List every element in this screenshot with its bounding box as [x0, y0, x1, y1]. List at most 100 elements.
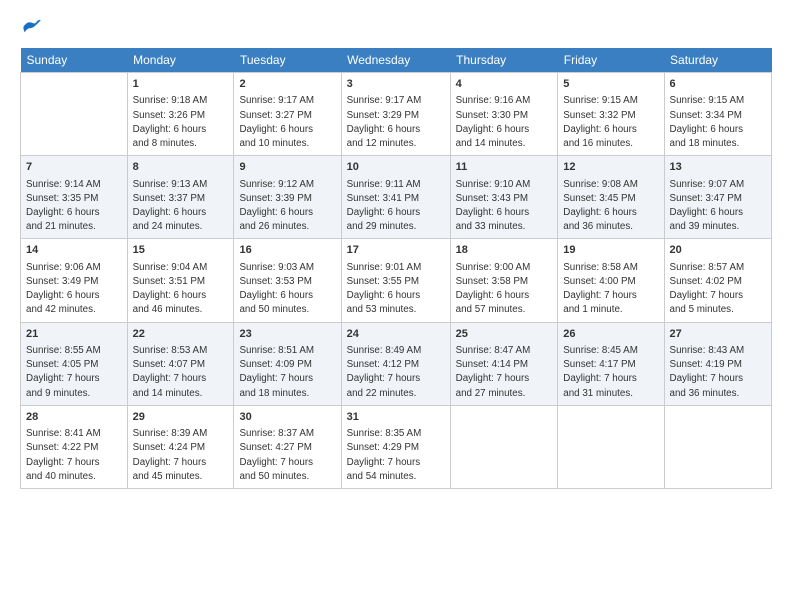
day-info: Sunrise: 9:03 AMSunset: 3:53 PMDaylight:…	[239, 261, 335, 318]
calendar-cell: 30 Sunrise: 8:37 AMSunset: 4:27 PMDayligh…	[234, 405, 341, 488]
page: SundayMondayTuesdayWednesdayThursdayFrid…	[0, 0, 792, 612]
day-info: Sunrise: 9:14 AMSunset: 3:35 PMDaylight:…	[26, 178, 122, 235]
day-number: 14	[26, 243, 122, 258]
day-number: 5	[563, 77, 658, 92]
calendar-week-4: 21Sunrise: 8:55 AMSunset: 4:05 PMDayligh…	[21, 322, 772, 405]
day-number: 23	[239, 327, 335, 342]
calendar-cell: 24 Sunrise: 8:49 AMSunset: 4:12 PMDayligh…	[341, 322, 450, 405]
calendar-week-5: 28Sunrise: 8:41 AMSunset: 4:22 PMDayligh…	[21, 405, 772, 488]
calendar-cell: 6 Sunrise: 9:15 AMSunset: 3:34 PMDaylight…	[664, 73, 771, 156]
calendar-cell: 27 Sunrise: 8:43 AMSunset: 4:19 PMDayligh…	[664, 322, 771, 405]
calendar-week-1: 1Sunrise: 9:18 AMSunset: 3:26 PMDaylight…	[21, 73, 772, 156]
calendar-cell: 12Sunrise: 9:08 AMSunset: 3:45 PMDayligh…	[558, 156, 664, 239]
day-info: Sunrise: 9:00 AMSunset: 3:58 PMDaylight:…	[456, 261, 553, 318]
day-info: Sunrise: 9:17 AMSunset: 3:29 PMDaylight:…	[347, 94, 445, 151]
logo	[20, 16, 42, 38]
header-day-tuesday: Tuesday	[234, 48, 341, 73]
day-info: Sunrise: 8:57 AMSunset: 4:02 PMDaylight:…	[670, 261, 766, 318]
calendar-cell: 28Sunrise: 8:41 AMSunset: 4:22 PMDayligh…	[21, 405, 128, 488]
calendar-cell: 16 Sunrise: 9:03 AMSunset: 3:53 PMDayligh…	[234, 239, 341, 322]
calendar-cell	[450, 405, 558, 488]
day-number: 16	[239, 243, 335, 258]
day-info: Sunrise: 8:35 AMSunset: 4:29 PMDaylight:…	[347, 427, 445, 484]
calendar-cell	[558, 405, 664, 488]
header-day-friday: Friday	[558, 48, 664, 73]
day-number: 3	[347, 77, 445, 92]
day-number: 20	[670, 243, 766, 258]
day-number: 9	[239, 160, 335, 175]
day-number: 1	[133, 77, 229, 92]
calendar-cell: 14 Sunrise: 9:06 AMSunset: 3:49 PMDayligh…	[21, 239, 128, 322]
calendar-cell: 17Sunrise: 9:01 AMSunset: 3:55 PMDayligh…	[341, 239, 450, 322]
day-number: 24	[347, 327, 445, 342]
day-info: Sunrise: 9:15 AMSunset: 3:34 PMDaylight:…	[670, 94, 766, 151]
day-info: Sunrise: 8:43 AMSunset: 4:19 PMDaylight:…	[670, 344, 766, 401]
day-info: Sunrise: 8:45 AMSunset: 4:17 PMDaylight:…	[563, 344, 658, 401]
calendar-cell	[664, 405, 771, 488]
calendar-cell: 20 Sunrise: 8:57 AMSunset: 4:02 PMDayligh…	[664, 239, 771, 322]
day-number: 27	[670, 327, 766, 342]
day-info: Sunrise: 8:51 AMSunset: 4:09 PMDaylight:…	[239, 344, 335, 401]
calendar-cell: 18 Sunrise: 9:00 AMSunset: 3:58 PMDayligh…	[450, 239, 558, 322]
day-info: Sunrise: 9:06 AMSunset: 3:49 PMDaylight:…	[26, 261, 122, 318]
calendar-week-3: 14 Sunrise: 9:06 AMSunset: 3:49 PMDayligh…	[21, 239, 772, 322]
calendar-cell: 15Sunrise: 9:04 AMSunset: 3:51 PMDayligh…	[127, 239, 234, 322]
day-number: 26	[563, 327, 658, 342]
day-info: Sunrise: 8:47 AMSunset: 4:14 PMDaylight:…	[456, 344, 553, 401]
calendar-cell: 3 Sunrise: 9:17 AMSunset: 3:29 PMDaylight…	[341, 73, 450, 156]
day-info: Sunrise: 9:11 AMSunset: 3:41 PMDaylight:…	[347, 178, 445, 235]
logo-bird-icon	[22, 17, 42, 37]
day-info: Sunrise: 8:39 AMSunset: 4:24 PMDaylight:…	[133, 427, 229, 484]
day-info: Sunrise: 8:41 AMSunset: 4:22 PMDaylight:…	[26, 427, 122, 484]
calendar-cell: 2 Sunrise: 9:17 AMSunset: 3:27 PMDaylight…	[234, 73, 341, 156]
day-number: 6	[670, 77, 766, 92]
day-number: 10	[347, 160, 445, 175]
day-info: Sunrise: 9:12 AMSunset: 3:39 PMDaylight:…	[239, 178, 335, 235]
day-number: 29	[133, 410, 229, 425]
calendar-table: SundayMondayTuesdayWednesdayThursdayFrid…	[20, 48, 772, 489]
day-number: 31	[347, 410, 445, 425]
day-number: 7	[26, 160, 122, 175]
day-info: Sunrise: 8:37 AMSunset: 4:27 PMDaylight:…	[239, 427, 335, 484]
day-info: Sunrise: 9:07 AMSunset: 3:47 PMDaylight:…	[670, 178, 766, 235]
day-number: 30	[239, 410, 335, 425]
calendar-cell: 31 Sunrise: 8:35 AMSunset: 4:29 PMDayligh…	[341, 405, 450, 488]
day-info: Sunrise: 8:58 AMSunset: 4:00 PMDaylight:…	[563, 261, 658, 318]
day-number: 25	[456, 327, 553, 342]
day-info: Sunrise: 8:49 AMSunset: 4:12 PMDaylight:…	[347, 344, 445, 401]
calendar-cell: 7 Sunrise: 9:14 AMSunset: 3:35 PMDaylight…	[21, 156, 128, 239]
calendar-cell: 26 Sunrise: 8:45 AMSunset: 4:17 PMDayligh…	[558, 322, 664, 405]
header-day-saturday: Saturday	[664, 48, 771, 73]
day-number: 8	[133, 160, 229, 175]
header-day-thursday: Thursday	[450, 48, 558, 73]
day-number: 11	[456, 160, 553, 175]
day-number: 4	[456, 77, 553, 92]
calendar-cell	[21, 73, 128, 156]
day-info: Sunrise: 8:53 AMSunset: 4:07 PMDaylight:…	[133, 344, 229, 401]
calendar-week-2: 7 Sunrise: 9:14 AMSunset: 3:35 PMDaylight…	[21, 156, 772, 239]
day-number: 12	[563, 160, 658, 175]
calendar-cell: 29 Sunrise: 8:39 AMSunset: 4:24 PMDayligh…	[127, 405, 234, 488]
header-day-monday: Monday	[127, 48, 234, 73]
calendar-cell: 13 Sunrise: 9:07 AMSunset: 3:47 PMDayligh…	[664, 156, 771, 239]
calendar-cell: 4 Sunrise: 9:16 AMSunset: 3:30 PMDaylight…	[450, 73, 558, 156]
day-info: Sunrise: 9:15 AMSunset: 3:32 PMDaylight:…	[563, 94, 658, 151]
calendar-cell: 21Sunrise: 8:55 AMSunset: 4:05 PMDayligh…	[21, 322, 128, 405]
day-number: 17	[347, 243, 445, 258]
day-number: 13	[670, 160, 766, 175]
calendar-cell: 5 Sunrise: 9:15 AMSunset: 3:32 PMDaylight…	[558, 73, 664, 156]
day-info: Sunrise: 9:10 AMSunset: 3:43 PMDaylight:…	[456, 178, 553, 235]
calendar-cell: 23 Sunrise: 8:51 AMSunset: 4:09 PMDayligh…	[234, 322, 341, 405]
calendar-cell: 8Sunrise: 9:13 AMSunset: 3:37 PMDaylight…	[127, 156, 234, 239]
day-info: Sunrise: 9:17 AMSunset: 3:27 PMDaylight:…	[239, 94, 335, 151]
calendar-cell: 9 Sunrise: 9:12 AMSunset: 3:39 PMDaylight…	[234, 156, 341, 239]
day-number: 15	[133, 243, 229, 258]
calendar-cell: 25 Sunrise: 8:47 AMSunset: 4:14 PMDayligh…	[450, 322, 558, 405]
day-number: 19	[563, 243, 658, 258]
calendar-cell: 11 Sunrise: 9:10 AMSunset: 3:43 PMDayligh…	[450, 156, 558, 239]
day-number: 2	[239, 77, 335, 92]
header-day-sunday: Sunday	[21, 48, 128, 73]
day-info: Sunrise: 9:16 AMSunset: 3:30 PMDaylight:…	[456, 94, 553, 151]
day-number: 18	[456, 243, 553, 258]
day-number: 21	[26, 327, 122, 342]
